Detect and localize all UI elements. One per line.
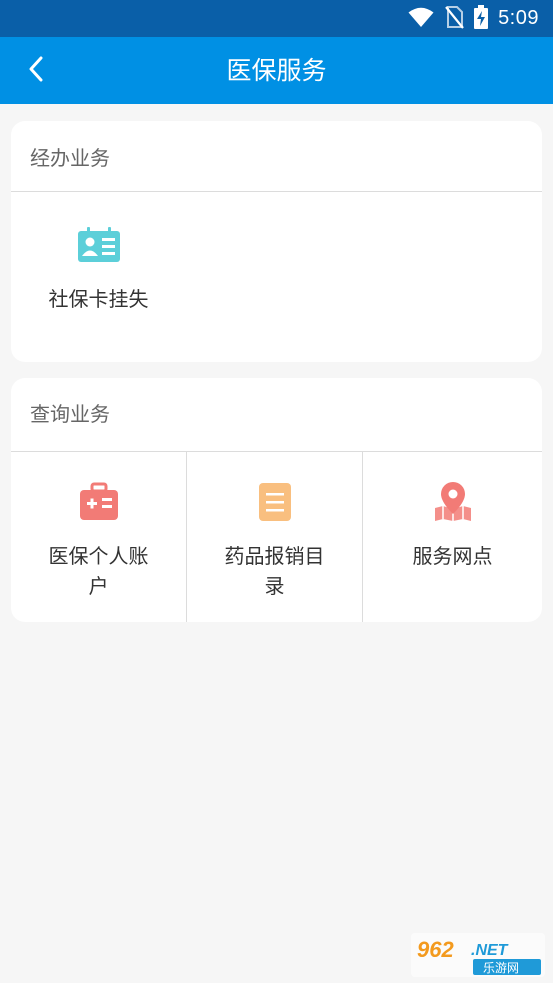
section-header: 查询业务	[11, 378, 542, 452]
id-card-icon	[11, 227, 186, 267]
status-icons: 5:09	[408, 0, 539, 37]
service-label: 社保卡挂失	[48, 287, 149, 311]
svg-text:962: 962	[417, 937, 454, 962]
status-bar: 5:09	[0, 0, 553, 37]
service-outlets-button[interactable]: 服务网点	[363, 452, 542, 622]
wifi-icon	[408, 6, 434, 32]
no-sim-icon	[444, 5, 464, 33]
medical-kit-icon	[11, 482, 186, 526]
app-bar: 医保服务	[0, 37, 553, 104]
service-label: 医保个人账户	[48, 544, 149, 598]
drug-reimbursement-catalog-button[interactable]: 药品报销目录	[187, 452, 363, 622]
svg-text:乐游网: 乐游网	[483, 961, 519, 975]
social-card-loss-report-button[interactable]: 社保卡挂失	[11, 192, 186, 362]
battery-charging-icon	[474, 4, 489, 33]
service-label: 药品报销目录	[224, 544, 325, 598]
section-header: 经办业务	[11, 121, 542, 192]
status-time: 5:09	[498, 7, 539, 29]
section-card-handling: 经办业务 社保卡挂失	[11, 121, 542, 362]
section-card-query: 查询业务 医保个人账户 药品报销目录 服务网点	[11, 378, 542, 622]
watermark-logo: 962 .NET 乐游网	[411, 933, 545, 977]
map-pin-icon	[363, 482, 542, 526]
service-grid: 医保个人账户 药品报销目录 服务网点	[11, 452, 542, 622]
service-label: 服务网点	[412, 544, 493, 568]
svg-text:.NET: .NET	[471, 942, 509, 959]
medical-personal-account-button[interactable]: 医保个人账户	[11, 452, 187, 622]
page-title: 医保服务	[226, 56, 327, 85]
document-list-icon	[187, 482, 362, 526]
service-grid: 社保卡挂失	[11, 192, 542, 362]
